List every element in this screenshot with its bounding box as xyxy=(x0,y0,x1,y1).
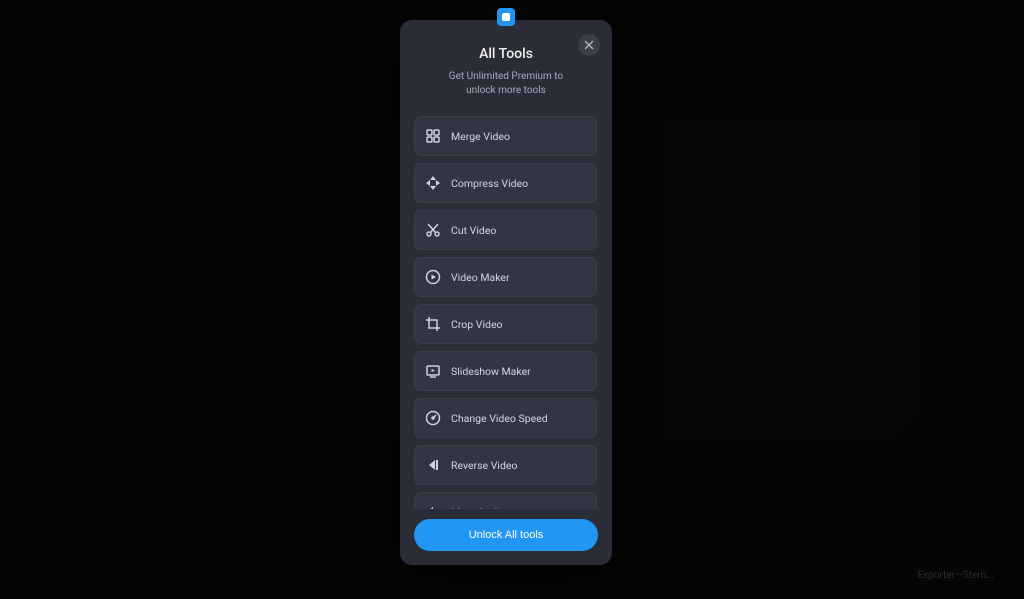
cut-icon xyxy=(425,222,441,238)
tool-item-reverse[interactable]: Reverse Video xyxy=(414,445,597,485)
footer-hint: Exporter—Stem... xyxy=(917,570,994,581)
modal-subtitle: Get Unlimited Premium to unlock more too… xyxy=(418,70,594,98)
tool-item-slideshow[interactable]: Slideshow Maker xyxy=(414,351,597,391)
play-circle-icon xyxy=(425,269,441,285)
tool-item-cut[interactable]: Cut Video xyxy=(414,210,597,250)
compress-icon xyxy=(425,175,441,191)
tool-item-merge[interactable]: Merge Video xyxy=(414,116,597,156)
premium-badge-icon xyxy=(497,8,515,26)
tool-label: Cut Video xyxy=(451,224,496,237)
all-tools-modal: All Tools Get Unlimited Premium to unloc… xyxy=(400,20,612,565)
tool-label: Video Maker xyxy=(451,271,510,284)
tool-item-speed[interactable]: Change Video Speed xyxy=(414,398,597,438)
modal-header: All Tools Get Unlimited Premium to unloc… xyxy=(400,20,612,108)
unlock-all-button[interactable]: Unlock All tools xyxy=(414,519,598,551)
modal-footer: Unlock All tools xyxy=(400,509,612,565)
reverse-icon xyxy=(425,457,441,473)
tool-item-compress[interactable]: Compress Video xyxy=(414,163,597,203)
tools-list[interactable]: Merge Video Compress Video Cut Video Video … xyxy=(400,108,609,509)
tool-label: Change Video Speed xyxy=(451,412,548,425)
tool-label: Reverse Video xyxy=(451,459,517,472)
tool-item-crop[interactable]: Crop Video xyxy=(414,304,597,344)
speed-icon xyxy=(425,410,441,426)
tool-label: Crop Video xyxy=(451,318,503,331)
tool-label: Compress Video xyxy=(451,177,528,190)
slideshow-icon xyxy=(425,363,441,379)
modal-title: All Tools xyxy=(418,46,594,62)
tool-label: Slideshow Maker xyxy=(451,365,531,378)
tool-label: Merge Video xyxy=(451,130,510,143)
tool-item-play-circle[interactable]: Video Maker xyxy=(414,257,597,297)
close-icon xyxy=(584,40,594,50)
crop-icon xyxy=(425,316,441,332)
merge-icon xyxy=(425,128,441,144)
tool-item-mute[interactable]: Mute Audio xyxy=(414,492,597,509)
close-button[interactable] xyxy=(578,34,600,56)
